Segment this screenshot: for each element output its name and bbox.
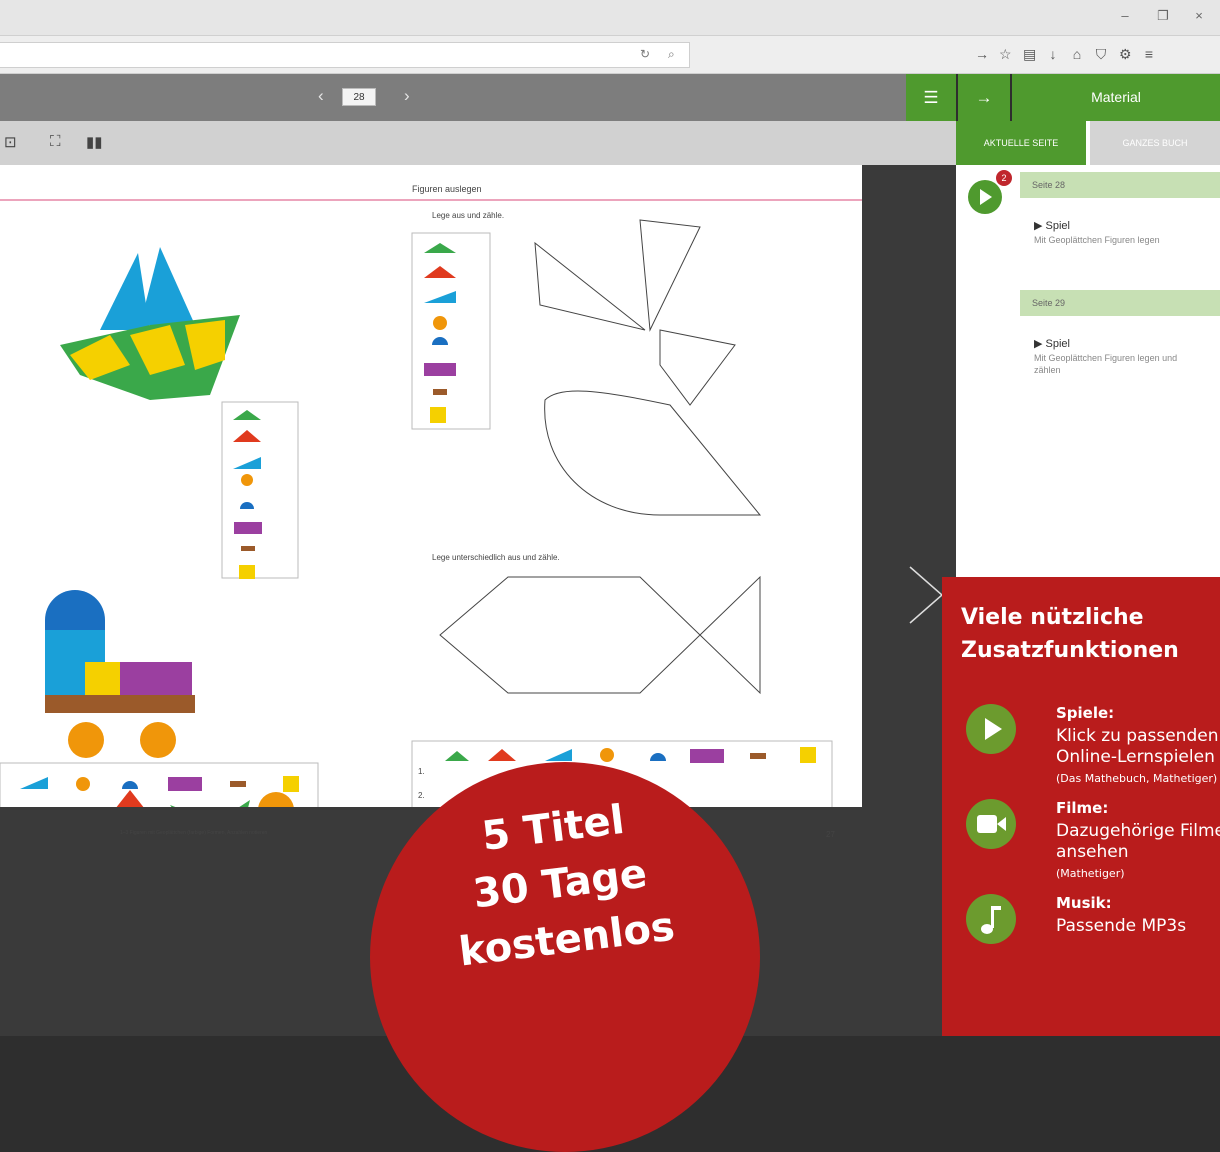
feature-title: Filme:: [1056, 799, 1109, 817]
menu-icon[interactable]: ≡: [1143, 46, 1155, 63]
video-camera-icon: [966, 799, 1016, 849]
shield-icon[interactable]: ⛉: [1095, 46, 1107, 63]
search-icon[interactable]: ⌕: [668, 47, 675, 62]
promo-panel: Viele nützliche Zusatzfunktionen Spiele:…: [942, 577, 1220, 1036]
restore-button[interactable]: ❐: [1148, 8, 1178, 24]
prev-page-button[interactable]: ‹: [318, 86, 324, 106]
table-row-2-label: 2.: [418, 791, 425, 800]
task-1-text: Lege aus und zähle.: [432, 211, 505, 220]
reader-page-bar: ‹ ›: [0, 74, 906, 121]
feature-line-1: Klick zu passenden: [1056, 726, 1219, 746]
address-bar[interactable]: ↻ ⌕: [0, 42, 690, 68]
browser-title-bar: – ❐ ×: [0, 0, 1220, 36]
feature-line-1: Dazugehörige Filme: [1056, 821, 1220, 841]
download-icon[interactable]: ↓: [1047, 46, 1059, 63]
play-icon: [966, 704, 1016, 754]
feature-title: Musik:: [1056, 894, 1112, 912]
material-item-1[interactable]: ▶ Spiel Mit Geoplättchen Figuren legen: [1034, 220, 1204, 246]
double-page-icon[interactable]: ▮▮: [86, 133, 103, 151]
feature-line-2: Online-Lernspielen: [1056, 747, 1215, 767]
promo-headline-2: Zusatzfunktionen: [961, 638, 1179, 663]
task-2-text: Lege unterschiedlich aus und zähle.: [432, 553, 560, 562]
material-item-desc: Mit Geoplättchen Figuren legen und zähle…: [1034, 353, 1178, 375]
material-item-2[interactable]: ▶ Spiel Mit Geoplättchen Figuren legen u…: [1034, 338, 1204, 376]
browser-toolbar-icons: → ☆ ▤ ↓ ⌂ ⛉ ⚙ ≡: [975, 46, 1155, 63]
table-row-1-label: 1.: [418, 767, 425, 776]
feature-line-1: Passende MP3s: [1056, 916, 1187, 936]
material-item-title: Spiel: [1045, 338, 1070, 350]
tab-whole-book[interactable]: GANZES BUCH: [1090, 121, 1220, 165]
chevron-right-icon[interactable]: [898, 565, 948, 625]
book-page: Figuren auslegen Lege aus und zähle. Leg…: [0, 165, 862, 839]
arrow-right-icon[interactable]: →: [958, 74, 1010, 121]
reader-toolbar: ⊡ ⛶ ▮▮: [0, 121, 956, 165]
section-page-29: Seite 29: [1020, 290, 1220, 316]
section-page-28: Seite 28: [1020, 172, 1220, 198]
count-badge: 2: [996, 170, 1012, 186]
play-small-icon: ▶: [1034, 220, 1043, 232]
close-button[interactable]: ×: [1184, 8, 1214, 23]
feature-title: Spiele:: [1056, 704, 1115, 722]
next-page-button[interactable]: ›: [404, 86, 410, 106]
play-icon[interactable]: [968, 180, 1002, 214]
feature-source: (Mathetiger): [1056, 867, 1125, 880]
page-number-input[interactable]: 28: [342, 88, 376, 106]
material-item-desc: Mit Geoplättchen Figuren legen: [1034, 235, 1160, 245]
material-button[interactable]: Material: [1012, 74, 1220, 121]
promo-headline-1: Viele nützliche: [961, 605, 1144, 630]
forward-icon[interactable]: →: [975, 46, 989, 63]
minimize-button[interactable]: –: [1110, 8, 1140, 23]
feature-source: (Das Mathebuch, Mathetiger): [1056, 772, 1218, 785]
page-footer: 1–3 Figuren mit Geoplättchen (farbige) F…: [120, 830, 268, 836]
fullscreen-icon[interactable]: ⛶: [50, 133, 61, 150]
material-item-title: Spiel: [1045, 220, 1070, 232]
refresh-icon[interactable]: ↻: [640, 47, 650, 61]
extension-icon[interactable]: ⚙: [1119, 46, 1132, 63]
star-icon[interactable]: ☆: [999, 46, 1012, 63]
page-heading: Figuren auslegen: [412, 184, 482, 194]
clipboard-icon[interactable]: ▤: [1023, 46, 1036, 63]
home-icon[interactable]: ⌂: [1071, 46, 1083, 63]
fit-page-icon[interactable]: ⊡: [4, 133, 17, 151]
music-note-icon: [966, 894, 1016, 944]
tab-current-page[interactable]: AKTUELLE SEITE: [956, 121, 1086, 165]
page-number: 27: [826, 830, 835, 839]
play-small-icon: ▶: [1034, 338, 1043, 350]
book-illustrations: [0, 199, 862, 807]
list-icon[interactable]: ☰: [906, 74, 956, 121]
feature-line-2: ansehen: [1056, 842, 1129, 862]
